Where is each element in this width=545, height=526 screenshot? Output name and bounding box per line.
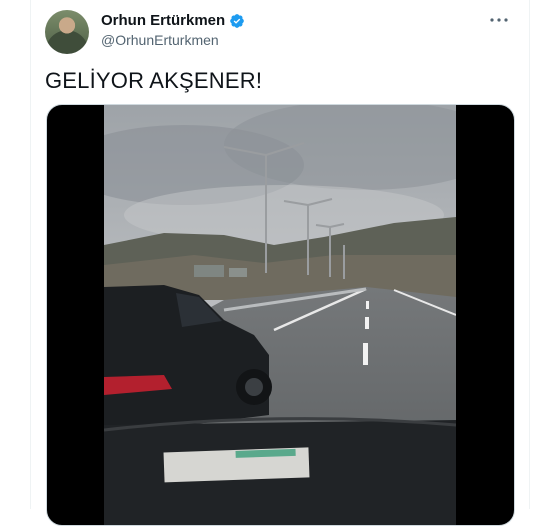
verified-badge-icon bbox=[230, 13, 245, 28]
more-options-button[interactable] bbox=[485, 10, 513, 30]
tweet-media[interactable] bbox=[46, 104, 515, 526]
video-frame[interactable] bbox=[104, 105, 456, 525]
tweet-text: GELİYOR AKŞENER! bbox=[45, 68, 263, 93]
video-scene bbox=[104, 105, 456, 525]
more-horizontal-icon bbox=[490, 18, 508, 22]
timeline-left-margin bbox=[0, 0, 30, 509]
author-handle[interactable]: @OrhunErturkmen bbox=[101, 32, 219, 48]
author-display-name[interactable]: Orhun Ertürkmen bbox=[101, 12, 225, 29]
author-avatar[interactable] bbox=[45, 10, 89, 54]
author-name-row: Orhun Ertürkmen bbox=[101, 12, 245, 29]
tweet-card[interactable]: Orhun Ertürkmen @OrhunErturkmen GELİYOR … bbox=[30, 0, 530, 526]
